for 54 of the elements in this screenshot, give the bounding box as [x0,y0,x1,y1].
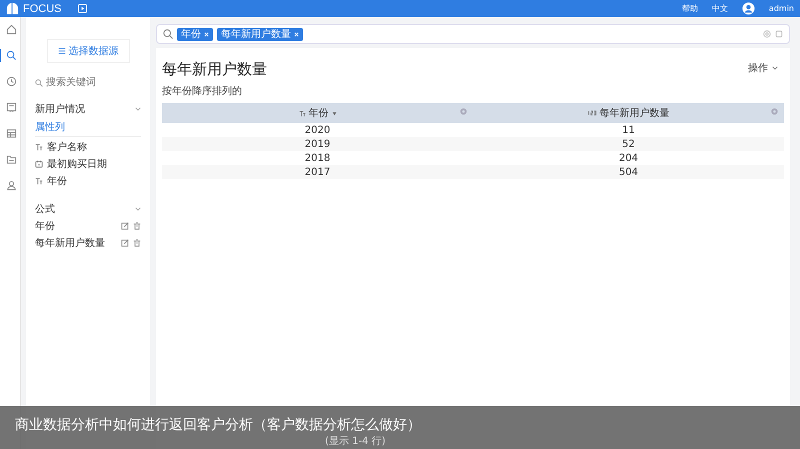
field-item[interactable]: 最初购买日期 [47,157,141,171]
table-cell: 2020 [162,123,473,137]
calendar-icon [35,160,43,168]
field-item[interactable]: 年份 [47,174,141,188]
logo-text: FOCUS [23,2,62,14]
chevron-icon [772,64,778,70]
play-icon[interactable] [78,4,86,13]
table-cell: 504 [473,165,784,179]
field-item[interactable]: 每年新用户数量 [35,236,117,250]
table-cell: 2018 [162,151,473,165]
close-icon[interactable] [204,32,209,36]
table-cell: 52 [473,137,784,151]
query-search-bar[interactable]: 年份 每年新用户数量 [156,24,790,44]
field-item[interactable]: 年份 [35,219,117,233]
list-icon [58,47,66,55]
close-icon[interactable] [294,32,299,36]
delete-icon[interactable] [133,239,141,247]
square-icon[interactable] [775,30,783,38]
user-name[interactable]: admin [768,4,794,13]
edit-icon[interactable] [121,239,129,247]
avatar-icon[interactable] [742,2,755,15]
sort-arrow-icon[interactable] [332,110,336,116]
query-token[interactable]: 年份 [177,28,213,40]
column-header[interactable]: 每年新用户数量 [473,103,784,123]
field-item[interactable]: 客户名称 [47,140,141,154]
select-source-button[interactable]: 选择数据源 [46,39,130,63]
chevron-icon[interactable] [135,106,141,112]
chevron-icon[interactable] [135,206,141,212]
result-description: 按年份降序排列的 [162,84,243,98]
number-type-icon [588,110,596,116]
text-type-icon [298,110,306,116]
table-cell: 2017 [162,165,473,179]
logo-icon [6,2,19,15]
row-count-text: (显示 1-4 行) [325,435,386,448]
search-icon [35,78,43,86]
search-icon [163,29,173,39]
column-header[interactable]: 年份 [162,103,473,123]
table-cell: 2019 [162,137,473,151]
actions-dropdown[interactable]: 操作 [742,60,784,76]
edit-icon[interactable] [121,222,129,230]
text-type-icon [35,177,43,185]
group-title: 新用户情况 [35,102,85,116]
result-title: 每年新用户数量 [162,60,267,79]
caption-text: 商业数据分析中如何进行返回客户分析（客户数据分析怎么做好） [15,416,421,434]
table-cell: 11 [473,123,784,137]
group-title: 公式 [35,202,55,216]
table-cell: 204 [473,151,784,165]
text-type-icon [35,143,43,151]
delete-icon[interactable] [133,222,141,230]
group-subtitle: 属性列 [35,120,141,137]
query-token[interactable]: 每年新用户数量 [217,28,303,40]
target-icon[interactable] [763,30,771,38]
header-link[interactable]: 帮助 [682,3,698,14]
header-link[interactable]: 中文 [712,3,728,14]
